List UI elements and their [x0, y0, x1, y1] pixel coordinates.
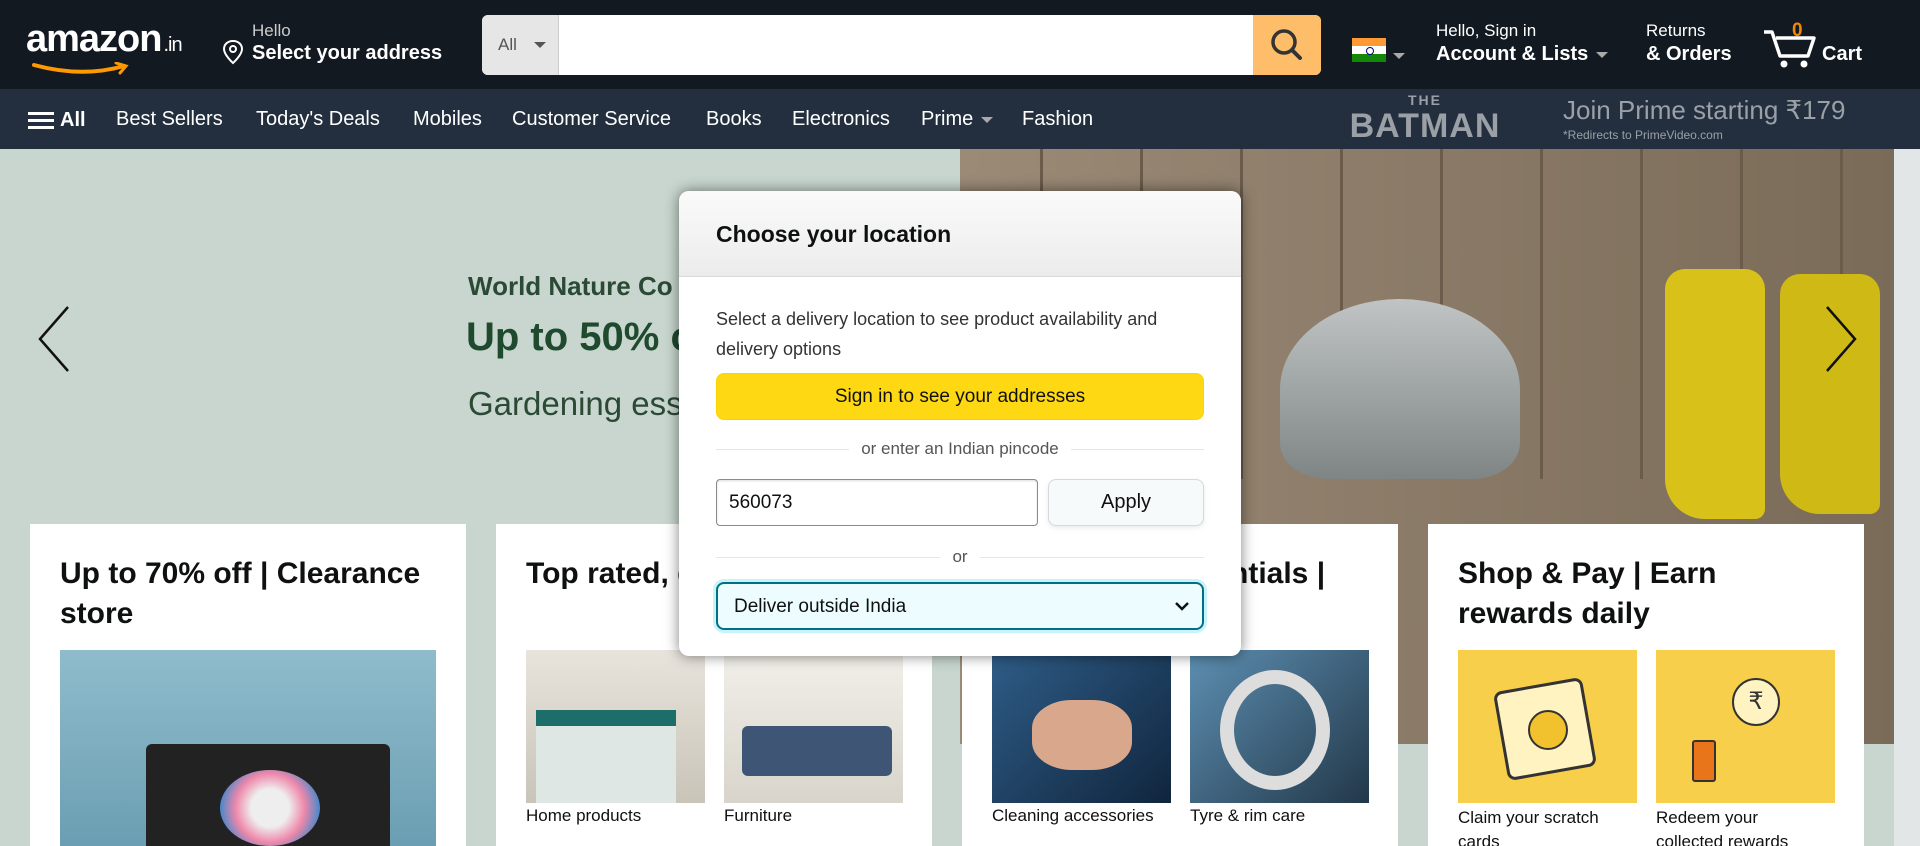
modal-description: Select a delivery location to see produc…	[716, 309, 1158, 359]
pincode-input[interactable]	[716, 479, 1038, 526]
apply-button[interactable]: Apply	[1048, 479, 1204, 526]
or-divider-text: or	[679, 547, 1241, 567]
signin-addresses-button[interactable]: Sign in to see your addresses	[716, 373, 1204, 420]
pincode-divider-label: or enter an Indian pincode	[849, 439, 1071, 458]
modal-header: Choose your location	[679, 191, 1241, 277]
choose-location-modal: Choose your location Select a delivery l…	[679, 191, 1241, 656]
chevron-down-icon	[1175, 602, 1189, 611]
modal-title: Choose your location	[716, 221, 952, 247]
or-divider-label: or	[940, 547, 980, 566]
deliver-outside-label: Deliver outside India	[734, 596, 907, 617]
deliver-outside-select[interactable]: Deliver outside India	[716, 582, 1204, 630]
pincode-divider-text: or enter an Indian pincode	[679, 439, 1241, 459]
